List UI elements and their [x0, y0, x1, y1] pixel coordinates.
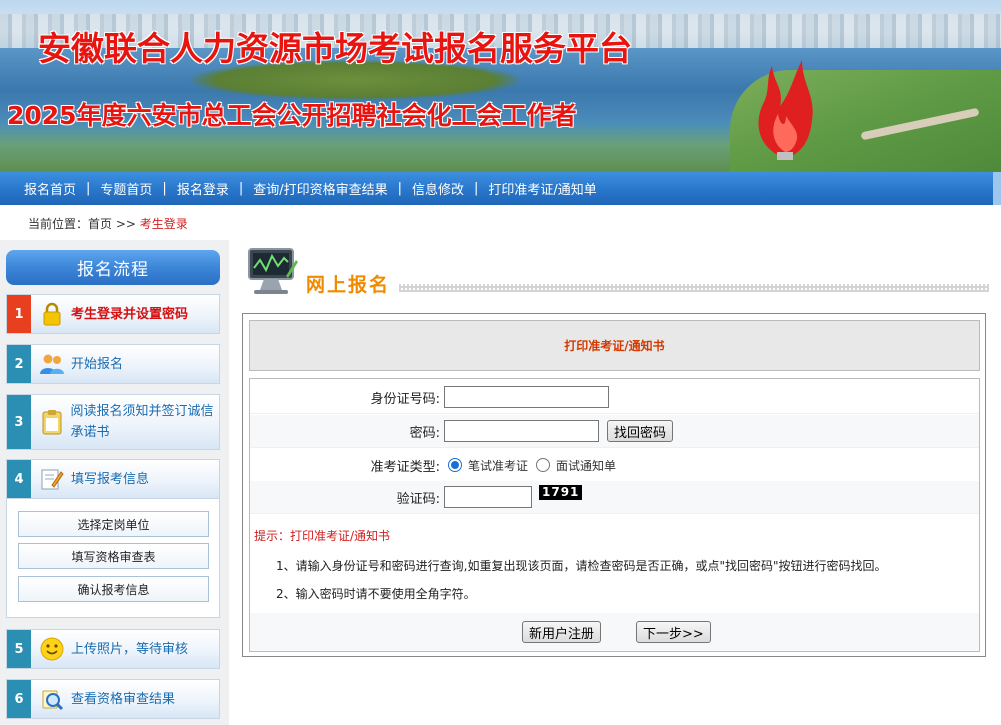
fill-review-form-button[interactable]: 填写资格审查表	[18, 543, 209, 569]
find-password-button[interactable]: 找回密码	[607, 420, 674, 442]
nav-item-home[interactable]: 报名首页 |	[24, 179, 100, 198]
nav-item-edit[interactable]: 信息修改 |	[412, 179, 488, 198]
login-panel: 打印准考证/通知书 身份证号码: 密码: 找回密码 准考证类型: 笔试准考证 面…	[242, 313, 986, 657]
next-button[interactable]: 下一步>>	[636, 621, 711, 643]
captcha-input[interactable]	[444, 486, 532, 508]
password-input[interactable]	[444, 420, 599, 442]
form-actions: 新用户注册 下一步>>	[250, 613, 979, 651]
step-4[interactable]: 4 填写报考信息	[6, 459, 220, 499]
row-password: 密码: 找回密码	[250, 415, 979, 448]
users-icon	[39, 351, 65, 377]
clipboard-icon	[39, 409, 65, 435]
breadcrumb: 当前位置：首页 >> 考生登录	[28, 217, 188, 231]
nav-item-login[interactable]: 报名登录 |	[177, 179, 253, 198]
smiley-icon	[39, 636, 65, 662]
sidebar-title: 报名流程	[6, 250, 220, 285]
id-number-input[interactable]	[444, 386, 609, 408]
header-banner: 安徽联合人力资源市场考试报名服务平台 2025年度六安市总工会公开招聘社会化工会…	[0, 0, 1001, 172]
nav-item-print[interactable]: 打印准考证/通知单	[488, 179, 596, 198]
section-header: 网上报名	[244, 246, 989, 298]
section-title: 网上报名	[306, 274, 391, 296]
lock-icon	[39, 301, 65, 327]
nav-item-topic[interactable]: 专题首页 |	[100, 179, 176, 198]
top-nav: 报名首页 | 专题首页 | 报名登录 | 查询/打印资格审查结果 | 信息修改 | 打印准…	[0, 172, 1001, 205]
breadcrumb-home[interactable]: 首页	[88, 217, 112, 231]
step-1[interactable]: 1 考生登录并设置密码	[6, 294, 220, 334]
flame-sculpture-icon	[758, 60, 813, 160]
hint-label: 提示：打印准考证/通知书	[254, 529, 391, 543]
confirm-info-button[interactable]: 确认报考信息	[18, 576, 209, 602]
select-position-button[interactable]: 选择定岗单位	[18, 511, 209, 537]
exam-title: 2025年度六安市总工会公开招聘社会化工会工作者	[7, 101, 577, 130]
login-form: 身份证号码: 密码: 找回密码 准考证类型: 笔试准考证 面试通知单 验证码: …	[249, 378, 980, 652]
captcha-image[interactable]: 1791	[539, 485, 583, 500]
section-title-dotted-rule	[399, 284, 989, 292]
written-ticket-label: 笔试准考证	[468, 458, 529, 473]
nav-item-query[interactable]: 查询/打印资格审查结果 |	[253, 179, 412, 198]
row-captcha: 验证码: 1791	[250, 481, 979, 514]
step-3[interactable]: 3 阅读报名须知并签订诚信承诺书	[6, 394, 220, 450]
note-2: 2、输入密码时请不要使用全角字符。	[276, 587, 476, 601]
edit-icon	[39, 466, 65, 492]
panel-title: 打印准考证/通知书	[249, 320, 980, 371]
breadcrumb-current: 考生登录	[139, 217, 188, 231]
sidebar: 报名流程 1 考生登录并设置密码 2 开始报名 3 阅读报名须知并签订诚信承诺书…	[0, 240, 229, 725]
row-ticket-type: 准考证类型: 笔试准考证 面试通知单	[250, 449, 979, 482]
search-doc-icon	[39, 686, 65, 712]
interview-notice-radio[interactable]	[536, 458, 551, 472]
interview-notice-label: 面试通知单	[556, 458, 617, 473]
note-1: 1、请输入身份证号和密码进行查询,如重复出现该页面，请检查密码是否正确，或点"找…	[276, 559, 887, 573]
register-button[interactable]: 新用户注册	[522, 621, 602, 643]
monitor-icon	[248, 248, 298, 294]
step-5[interactable]: 5 上传照片，等待审核	[6, 629, 220, 669]
site-title: 安徽联合人力资源市场考试报名服务平台	[38, 29, 632, 68]
step-4-submenu: 选择定岗单位 填写资格审查表 确认报考信息	[6, 498, 220, 618]
row-id: 身份证号码:	[250, 381, 979, 414]
written-ticket-radio[interactable]	[448, 458, 462, 472]
step-2[interactable]: 2 开始报名	[6, 344, 220, 384]
step-6[interactable]: 6 查看资格审查结果	[6, 679, 220, 719]
